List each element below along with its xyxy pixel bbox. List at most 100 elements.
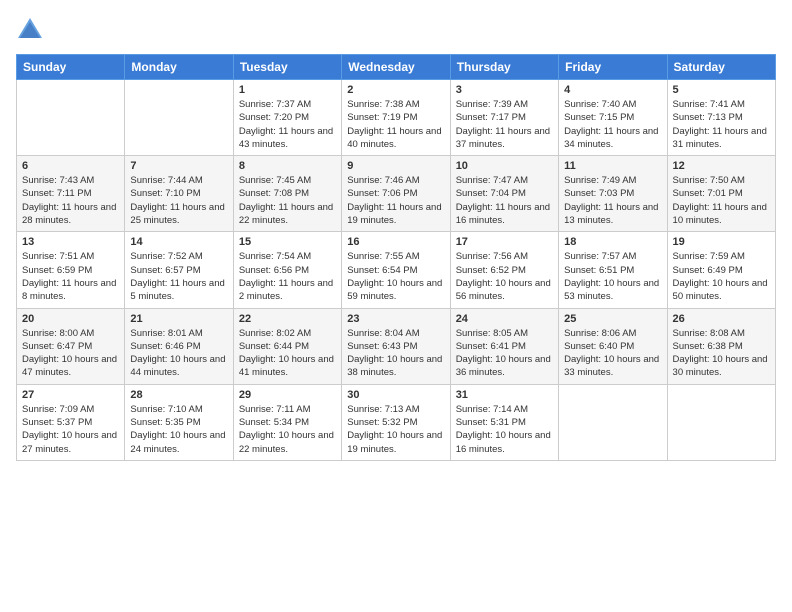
day-cell: 22Sunrise: 8:02 AM Sunset: 6:44 PM Dayli… <box>233 308 341 384</box>
day-number: 29 <box>239 389 336 401</box>
day-info: Sunrise: 7:49 AM Sunset: 7:03 PM Dayligh… <box>564 174 661 227</box>
calendar-header: SundayMondayTuesdayWednesdayThursdayFrid… <box>17 55 776 80</box>
header-cell-wednesday: Wednesday <box>342 55 450 80</box>
day-number: 17 <box>456 236 553 248</box>
day-cell: 7Sunrise: 7:44 AM Sunset: 7:10 PM Daylig… <box>125 156 233 232</box>
day-info: Sunrise: 7:11 AM Sunset: 5:34 PM Dayligh… <box>239 403 336 456</box>
day-info: Sunrise: 7:56 AM Sunset: 6:52 PM Dayligh… <box>456 250 553 303</box>
day-cell: 9Sunrise: 7:46 AM Sunset: 7:06 PM Daylig… <box>342 156 450 232</box>
day-number: 9 <box>347 160 444 172</box>
day-info: Sunrise: 7:40 AM Sunset: 7:15 PM Dayligh… <box>564 98 661 151</box>
day-cell: 2 Sunrise: 7:38 AM Sunset: 7:19 PM Daylig… <box>342 80 450 156</box>
day-number: 3 <box>456 84 553 96</box>
day-info: Sunrise: 7:54 AM Sunset: 6:56 PM Dayligh… <box>239 250 336 303</box>
day-info: Sunrise: 8:05 AM Sunset: 6:41 PM Dayligh… <box>456 327 553 380</box>
week-row-2: 6Sunrise: 7:43 AM Sunset: 7:11 PM Daylig… <box>17 156 776 232</box>
day-number: 11 <box>564 160 661 172</box>
day-info: Sunrise: 7:10 AM Sunset: 5:35 PM Dayligh… <box>130 403 227 456</box>
day-number: 2 <box>347 84 444 96</box>
day-cell: 17 Sunrise: 7:56 AM Sunset: 6:52 PM Dayli… <box>450 232 558 308</box>
day-number: 10 <box>456 160 553 172</box>
day-info: Sunrise: 8:01 AM Sunset: 6:46 PM Dayligh… <box>130 327 227 380</box>
day-info: Sunrise: 7:43 AM Sunset: 7:11 PM Dayligh… <box>22 174 119 227</box>
day-number: 14 <box>130 236 227 248</box>
day-cell: 4 Sunrise: 7:40 AM Sunset: 7:15 PM Daylig… <box>559 80 667 156</box>
header-cell-saturday: Saturday <box>667 55 775 80</box>
header-cell-thursday: Thursday <box>450 55 558 80</box>
day-cell: 25 Sunrise: 8:06 AM Sunset: 6:40 PM Dayli… <box>559 308 667 384</box>
header-row: SundayMondayTuesdayWednesdayThursdayFrid… <box>17 55 776 80</box>
calendar-table: SundayMondayTuesdayWednesdayThursdayFrid… <box>16 54 776 461</box>
day-info: Sunrise: 7:47 AM Sunset: 7:04 PM Dayligh… <box>456 174 553 227</box>
day-number: 12 <box>673 160 770 172</box>
day-info: Sunrise: 7:45 AM Sunset: 7:08 PM Dayligh… <box>239 174 336 227</box>
day-cell: 31 Sunrise: 7:14 AM Sunset: 5:31 PM Dayli… <box>450 384 558 460</box>
day-number: 26 <box>673 313 770 325</box>
day-cell: 27 Sunrise: 7:09 AM Sunset: 5:37 PM Dayli… <box>17 384 125 460</box>
day-number: 4 <box>564 84 661 96</box>
day-number: 27 <box>22 389 119 401</box>
day-info: Sunrise: 7:38 AM Sunset: 7:19 PM Dayligh… <box>347 98 444 151</box>
day-cell: 11 Sunrise: 7:49 AM Sunset: 7:03 PM Dayli… <box>559 156 667 232</box>
week-row-4: 20Sunrise: 8:00 AM Sunset: 6:47 PM Dayli… <box>17 308 776 384</box>
page: SundayMondayTuesdayWednesdayThursdayFrid… <box>0 0 792 612</box>
day-number: 5 <box>673 84 770 96</box>
calendar-body: 1Sunrise: 7:37 AM Sunset: 7:20 PM Daylig… <box>17 80 776 461</box>
day-info: Sunrise: 7:09 AM Sunset: 5:37 PM Dayligh… <box>22 403 119 456</box>
day-info: Sunrise: 7:57 AM Sunset: 6:51 PM Dayligh… <box>564 250 661 303</box>
day-number: 24 <box>456 313 553 325</box>
day-cell: 29 Sunrise: 7:11 AM Sunset: 5:34 PM Dayli… <box>233 384 341 460</box>
day-info: Sunrise: 7:39 AM Sunset: 7:17 PM Dayligh… <box>456 98 553 151</box>
day-cell: 10 Sunrise: 7:47 AM Sunset: 7:04 PM Dayli… <box>450 156 558 232</box>
day-cell: 6Sunrise: 7:43 AM Sunset: 7:11 PM Daylig… <box>17 156 125 232</box>
day-number: 21 <box>130 313 227 325</box>
day-cell: 5 Sunrise: 7:41 AM Sunset: 7:13 PM Daylig… <box>667 80 775 156</box>
day-number: 23 <box>347 313 444 325</box>
day-info: Sunrise: 8:08 AM Sunset: 6:38 PM Dayligh… <box>673 327 770 380</box>
day-cell: 1Sunrise: 7:37 AM Sunset: 7:20 PM Daylig… <box>233 80 341 156</box>
day-cell: 26 Sunrise: 8:08 AM Sunset: 6:38 PM Dayli… <box>667 308 775 384</box>
day-number: 19 <box>673 236 770 248</box>
day-cell: 30Sunrise: 7:13 AM Sunset: 5:32 PM Dayli… <box>342 384 450 460</box>
day-info: Sunrise: 7:55 AM Sunset: 6:54 PM Dayligh… <box>347 250 444 303</box>
day-cell <box>667 384 775 460</box>
day-number: 13 <box>22 236 119 248</box>
day-number: 1 <box>239 84 336 96</box>
day-info: Sunrise: 7:52 AM Sunset: 6:57 PM Dayligh… <box>130 250 227 303</box>
day-cell <box>17 80 125 156</box>
day-cell: 23 Sunrise: 8:04 AM Sunset: 6:43 PM Dayli… <box>342 308 450 384</box>
day-cell <box>125 80 233 156</box>
day-cell: 28Sunrise: 7:10 AM Sunset: 5:35 PM Dayli… <box>125 384 233 460</box>
day-number: 25 <box>564 313 661 325</box>
day-number: 30 <box>347 389 444 401</box>
day-info: Sunrise: 7:59 AM Sunset: 6:49 PM Dayligh… <box>673 250 770 303</box>
day-number: 8 <box>239 160 336 172</box>
header-cell-friday: Friday <box>559 55 667 80</box>
header-cell-sunday: Sunday <box>17 55 125 80</box>
day-cell: 13Sunrise: 7:51 AM Sunset: 6:59 PM Dayli… <box>17 232 125 308</box>
day-number: 31 <box>456 389 553 401</box>
day-cell: 24 Sunrise: 8:05 AM Sunset: 6:41 PM Dayli… <box>450 308 558 384</box>
logo-icon <box>16 16 44 44</box>
day-info: Sunrise: 7:41 AM Sunset: 7:13 PM Dayligh… <box>673 98 770 151</box>
day-info: Sunrise: 7:50 AM Sunset: 7:01 PM Dayligh… <box>673 174 770 227</box>
day-info: Sunrise: 8:02 AM Sunset: 6:44 PM Dayligh… <box>239 327 336 380</box>
day-info: Sunrise: 8:00 AM Sunset: 6:47 PM Dayligh… <box>22 327 119 380</box>
day-cell: 15 Sunrise: 7:54 AM Sunset: 6:56 PM Dayli… <box>233 232 341 308</box>
day-info: Sunrise: 8:04 AM Sunset: 6:43 PM Dayligh… <box>347 327 444 380</box>
logo <box>16 16 48 44</box>
header-cell-monday: Monday <box>125 55 233 80</box>
day-info: Sunrise: 7:14 AM Sunset: 5:31 PM Dayligh… <box>456 403 553 456</box>
week-row-1: 1Sunrise: 7:37 AM Sunset: 7:20 PM Daylig… <box>17 80 776 156</box>
day-number: 16 <box>347 236 444 248</box>
day-info: Sunrise: 8:06 AM Sunset: 6:40 PM Dayligh… <box>564 327 661 380</box>
day-cell: 18Sunrise: 7:57 AM Sunset: 6:51 PM Dayli… <box>559 232 667 308</box>
day-number: 7 <box>130 160 227 172</box>
day-cell: 19 Sunrise: 7:59 AM Sunset: 6:49 PM Dayli… <box>667 232 775 308</box>
day-cell: 12 Sunrise: 7:50 AM Sunset: 7:01 PM Dayli… <box>667 156 775 232</box>
day-cell: 16 Sunrise: 7:55 AM Sunset: 6:54 PM Dayli… <box>342 232 450 308</box>
day-cell: 14 Sunrise: 7:52 AM Sunset: 6:57 PM Dayli… <box>125 232 233 308</box>
day-cell <box>559 384 667 460</box>
week-row-5: 27 Sunrise: 7:09 AM Sunset: 5:37 PM Dayli… <box>17 384 776 460</box>
day-number: 15 <box>239 236 336 248</box>
